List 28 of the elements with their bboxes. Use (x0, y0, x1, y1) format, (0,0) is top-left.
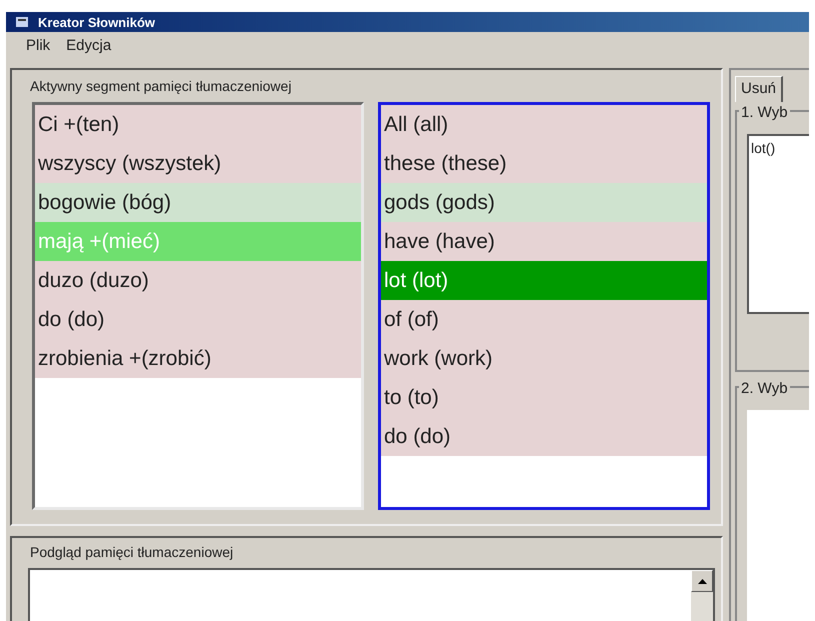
list-box[interactable]: lot() (747, 134, 809, 314)
up-arrow-icon (698, 578, 706, 584)
list-item[interactable]: wszyscy (wszystek) (35, 144, 361, 183)
word-list[interactable]: Ci +(ten) wszyscy (wszystek) bogowie (bóg) mają +(mieć) duzo (duzo) do (do) zrobienia +(zrobić) (32, 102, 364, 510)
list-item[interactable]: duzo (duzo) (35, 261, 361, 300)
scroll-up-button[interactable] (691, 570, 713, 592)
list-item[interactable]: these (these) (381, 144, 707, 183)
scrollbar[interactable] (691, 570, 713, 621)
list-item[interactable]: lot() (751, 138, 809, 159)
list-item[interactable]: have (have) (381, 222, 707, 261)
app-icon (14, 14, 30, 30)
list-item[interactable]: lot (lot) (381, 261, 707, 300)
list-item[interactable]: Ci +(ten) (35, 105, 361, 144)
list-item[interactable]: All (all) (381, 105, 707, 144)
preview-field[interactable] (28, 568, 715, 621)
list-item[interactable]: to (to) (381, 378, 707, 417)
list-item[interactable]: work (work) (381, 339, 707, 378)
list-item[interactable]: do (do) (35, 300, 361, 339)
list-item[interactable]: zrobienia +(zrobić) (35, 339, 361, 378)
list-item[interactable]: gods (gods) (381, 183, 707, 222)
list-item[interactable]: do (do) (381, 417, 707, 456)
window-title: Kreator Słowników (38, 16, 156, 28)
word-list[interactable]: All (all) these (these) gods (gods) have (have) lot (lot) of (of) work (work) to (to) do (do) (378, 102, 710, 510)
menu-item[interactable]: Plik (26, 34, 50, 58)
tab[interactable]: Usuń (735, 76, 784, 102)
list-item[interactable]: bogowie (bóg) (35, 183, 361, 222)
menu-item[interactable]: Edycja (66, 34, 112, 58)
list-item[interactable]: of (of) (381, 300, 707, 339)
